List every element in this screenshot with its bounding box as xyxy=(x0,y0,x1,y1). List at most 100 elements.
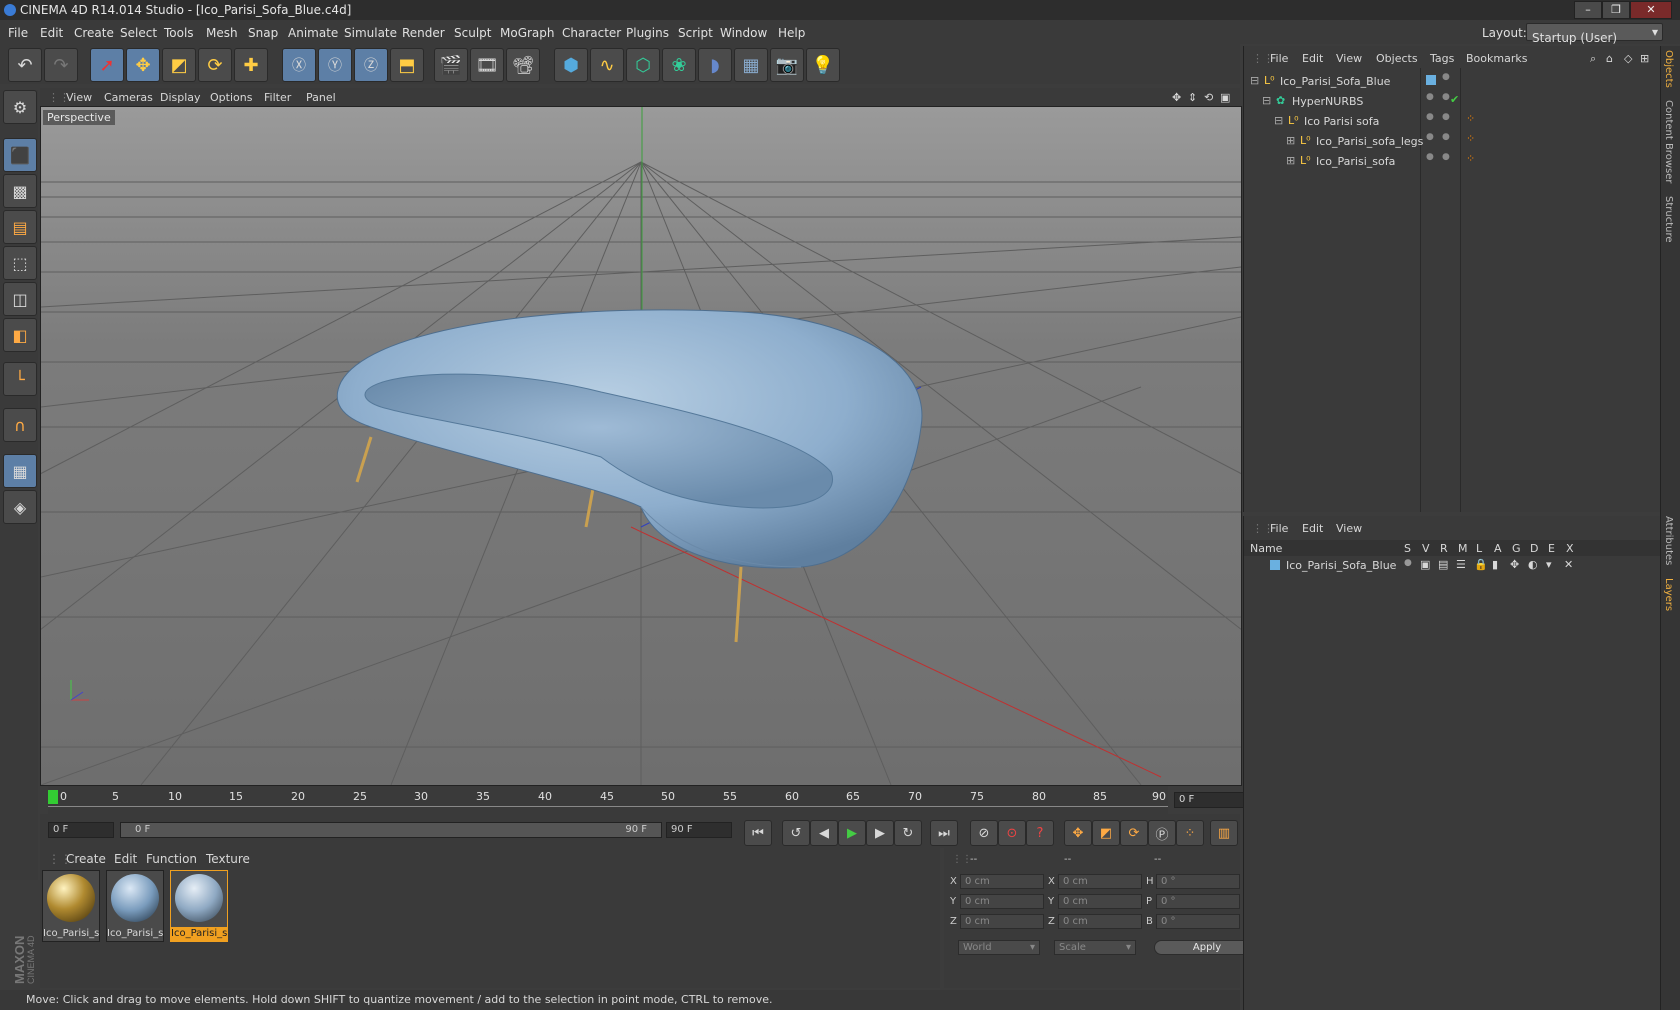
locked-workplane-icon[interactable]: ▦ xyxy=(3,454,37,488)
expand-icon[interactable]: ⊞ xyxy=(1286,154,1295,167)
xref-toggle-icon[interactable]: ✕ xyxy=(1564,558,1573,571)
end-frame-field[interactable]: 90 F xyxy=(666,822,732,838)
visibility-dot[interactable]: ● xyxy=(1426,132,1434,142)
render-dot[interactable]: ● xyxy=(1442,132,1450,142)
cube-primitive-icon[interactable]: ⬢ xyxy=(554,48,588,82)
axis-mode-icon[interactable]: └ xyxy=(3,362,37,396)
previous-key-icon[interactable]: ↺ xyxy=(782,820,810,846)
tab-attributes[interactable]: Attributes xyxy=(1663,516,1674,565)
menu-animate[interactable]: Animate xyxy=(288,26,338,40)
menu-tools[interactable]: Tools xyxy=(164,26,194,40)
rotate-tool-icon[interactable]: ⟳ xyxy=(198,48,232,82)
layer-col-g[interactable]: G xyxy=(1512,542,1521,555)
render-settings-icon[interactable]: 📽 xyxy=(506,48,540,82)
object-row-root[interactable]: ⊟ L⁰ Ico_Parisi_Sofa_Blue ● xyxy=(1244,72,1660,91)
dolly-view-icon[interactable]: ⇕ xyxy=(1188,91,1197,104)
keyframe-selection-icon[interactable]: ? xyxy=(1026,820,1054,846)
render-dot[interactable]: ● xyxy=(1442,112,1450,122)
material-menu-edit[interactable]: Edit xyxy=(114,852,137,866)
new-panel-icon[interactable]: ⊞ xyxy=(1640,52,1649,65)
material-tag-icon[interactable]: ⁘ xyxy=(1466,132,1475,145)
object-menu-objects[interactable]: Objects xyxy=(1376,52,1418,65)
camera-icon[interactable]: 📷 xyxy=(770,48,804,82)
material-tag-icon[interactable]: ⁘ xyxy=(1466,112,1475,125)
maximize-button[interactable]: ❐ xyxy=(1602,1,1630,19)
coordinate-system-icon[interactable]: ⬒ xyxy=(390,48,424,82)
floor-icon[interactable]: ▦ xyxy=(734,48,768,82)
record-parameter-icon[interactable]: Ⓟ xyxy=(1148,820,1176,846)
model-mode-icon[interactable]: ⬛ xyxy=(3,138,37,172)
record-pla-icon[interactable]: ⁘ xyxy=(1176,820,1204,846)
point-mode-icon[interactable]: ⬚ xyxy=(3,246,37,280)
material-swatch-selected[interactable]: Ico_Parisi_s xyxy=(170,870,228,942)
make-editable-icon[interactable]: ⚙ xyxy=(3,90,37,124)
layer-menu-edit[interactable]: Edit xyxy=(1302,522,1323,535)
visibility-dot[interactable]: ● xyxy=(1426,112,1434,122)
material-swatch[interactable]: Ico_Parisi_s xyxy=(106,870,164,942)
move-tool-icon[interactable]: ✥ xyxy=(126,48,160,82)
expand-icon[interactable]: ⊞ xyxy=(1286,134,1295,147)
object-row-sofa-legs[interactable]: ⊞ L⁰ Ico_Parisi_sofa_legs ● ● ⁘ xyxy=(1244,132,1660,151)
menu-mograph[interactable]: MoGraph xyxy=(500,26,555,40)
menu-create[interactable]: Create xyxy=(74,26,114,40)
viewport-menu-cameras[interactable]: Cameras xyxy=(104,91,153,104)
coordinate-mode-dropdown[interactable]: World ▾ xyxy=(958,940,1040,955)
step-forward-icon[interactable]: ▶ xyxy=(866,820,894,846)
layer-col-d[interactable]: D xyxy=(1530,542,1538,555)
object-menu-bookmarks[interactable]: Bookmarks xyxy=(1466,52,1527,65)
timeline-ruler[interactable]: 0 5 10 15 20 25 30 35 40 45 50 55 60 65 … xyxy=(48,786,1168,814)
generator-toggle-icon[interactable]: ✥ xyxy=(1510,558,1519,571)
x-axis-lock-icon[interactable]: Ⓧ xyxy=(282,48,316,82)
render-dot[interactable]: ● xyxy=(1442,152,1450,162)
menu-select[interactable]: Select xyxy=(120,26,157,40)
texture-mode-icon[interactable]: ▩ xyxy=(3,174,37,208)
layer-col-l[interactable]: L xyxy=(1476,542,1482,555)
visibility-dot[interactable]: ● xyxy=(1426,152,1434,162)
z-axis-lock-icon[interactable]: Ⓩ xyxy=(354,48,388,82)
play-icon[interactable]: ▶ xyxy=(838,820,866,846)
layer-color-swatch[interactable] xyxy=(1270,560,1280,570)
viewport-menu-display[interactable]: Display xyxy=(160,91,201,104)
record-position-icon[interactable]: ✥ xyxy=(1064,820,1092,846)
magnet-icon[interactable]: ∩ xyxy=(3,408,37,442)
viewport-menu-view[interactable]: View xyxy=(66,91,92,104)
material-swatch[interactable]: Ico_Parisi_s xyxy=(42,870,100,942)
menu-render[interactable]: Render xyxy=(402,26,445,40)
visibility-dot[interactable]: ● xyxy=(1426,92,1434,102)
solo-dot[interactable]: ● xyxy=(1404,558,1412,568)
object-menu-tags[interactable]: Tags xyxy=(1430,52,1454,65)
layer-col-x[interactable]: X xyxy=(1566,542,1574,555)
object-menu-file[interactable]: File xyxy=(1270,52,1288,65)
rotation-b-field[interactable]: 0 ° xyxy=(1156,914,1240,929)
layer-col-a[interactable]: A xyxy=(1494,542,1502,555)
spline-pen-icon[interactable]: ∿ xyxy=(590,48,624,82)
size-z-field[interactable]: 0 cm xyxy=(1058,914,1142,929)
edge-mode-icon[interactable]: ◫ xyxy=(3,282,37,316)
position-z-field[interactable]: 0 cm xyxy=(960,914,1044,929)
step-back-icon[interactable]: ◀ xyxy=(810,820,838,846)
current-frame-field[interactable]: 0 F xyxy=(1174,792,1244,808)
material-menu-texture[interactable]: Texture xyxy=(206,852,250,866)
polygon-mode-icon[interactable]: ◧ xyxy=(3,318,37,352)
position-y-field[interactable]: 0 cm xyxy=(960,894,1044,909)
menu-script[interactable]: Script xyxy=(678,26,713,40)
frame-range-slider[interactable]: 0 F 90 F xyxy=(120,822,662,838)
viewport-menu-filter[interactable]: Filter xyxy=(264,91,291,104)
size-y-field[interactable]: 0 cm xyxy=(1058,894,1142,909)
layout-dropdown[interactable]: Startup (User) ▾ xyxy=(1526,23,1663,45)
next-key-icon[interactable]: ↻ xyxy=(894,820,922,846)
size-mode-dropdown[interactable]: Scale ▾ xyxy=(1054,940,1136,955)
menu-simulate[interactable]: Simulate xyxy=(344,26,397,40)
layer-col-m[interactable]: M xyxy=(1458,542,1468,555)
menu-window[interactable]: Window xyxy=(720,26,767,40)
render-picture-viewer-icon[interactable]: 🎞 xyxy=(470,48,504,82)
layer-row[interactable]: Ico_Parisi_Sofa_Blue ● ▣ ▤ ☰ 🔒 ▮ ✥ ◐ ▾ ✕ xyxy=(1244,558,1660,574)
viewport-menu-panel[interactable]: Panel xyxy=(306,91,336,104)
menu-file[interactable]: File xyxy=(8,26,28,40)
tab-structure[interactable]: Structure xyxy=(1663,196,1674,243)
search-icon[interactable]: ⌕ xyxy=(1590,52,1596,66)
layer-col-s[interactable]: S xyxy=(1404,542,1411,555)
start-frame-field[interactable]: 0 F xyxy=(48,822,114,838)
render-view-icon[interactable]: 🎬 xyxy=(434,48,468,82)
timeline-window-icon[interactable]: ▥ xyxy=(1210,820,1238,846)
